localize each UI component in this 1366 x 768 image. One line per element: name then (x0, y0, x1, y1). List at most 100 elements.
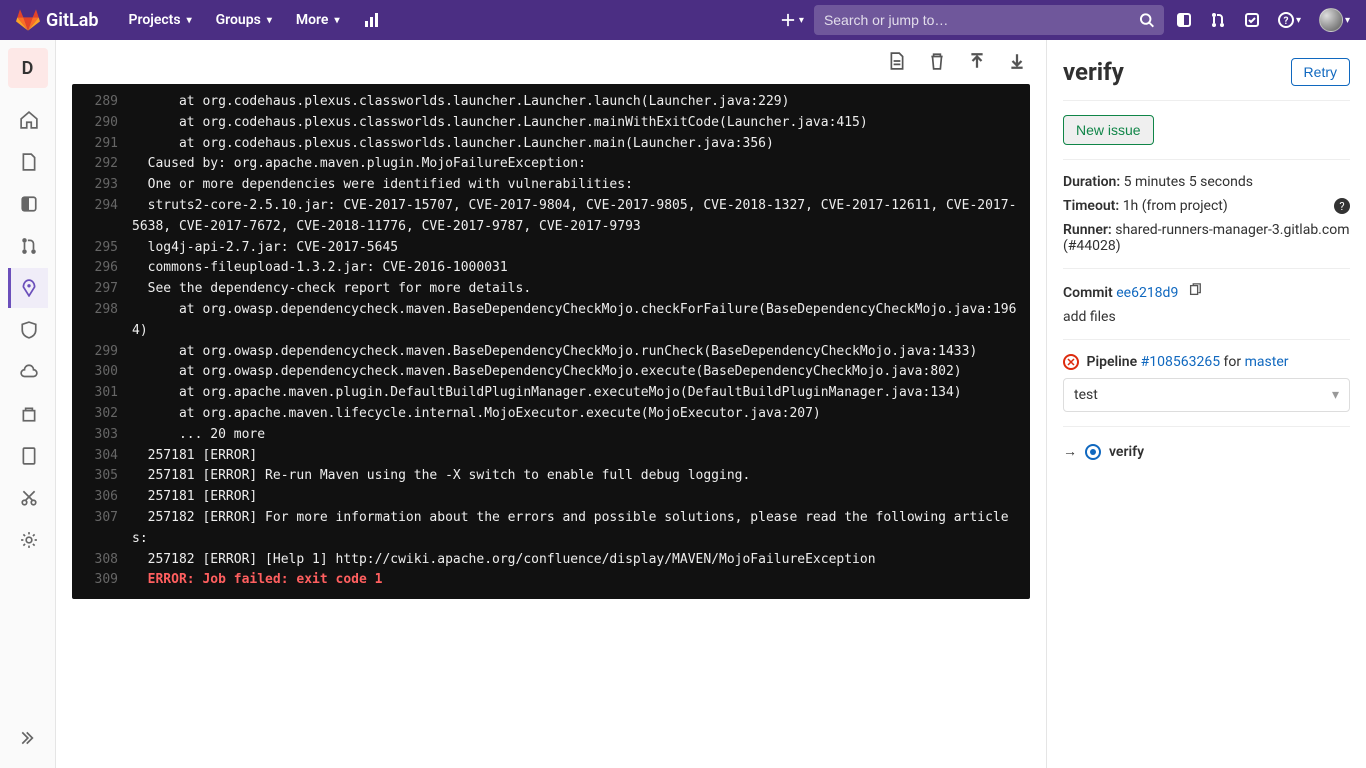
doc-icon (20, 153, 38, 171)
log-toolbar (72, 40, 1030, 84)
sidebar-snippets[interactable] (8, 478, 48, 518)
pipeline-ref-link[interactable]: master (1245, 354, 1289, 370)
line-number[interactable]: 301 (72, 383, 132, 404)
new-menu[interactable]: ▾ (781, 13, 804, 27)
sidebar-issues[interactable] (8, 184, 48, 224)
sidebar-project-home[interactable] (8, 100, 48, 140)
line-text: 257181 [ERROR] (132, 446, 1030, 467)
stage-value: test (1074, 387, 1098, 403)
log-line: 290 at org.codehaus.plexus.classworlds.l… (72, 113, 1030, 134)
line-text: commons-fileupload-1.3.2.jar: CVE-2016-1… (132, 258, 1030, 279)
commit-message: add files (1063, 309, 1350, 325)
search-icon (1139, 12, 1154, 28)
line-text: Caused by: org.apache.maven.plugin.MojoF… (132, 154, 1030, 175)
line-number[interactable]: 292 (72, 154, 132, 175)
sidebar-ci-cd[interactable] (8, 268, 48, 308)
log-line: 307 257182 [ERROR] For more information … (72, 508, 1030, 550)
line-text: 257182 [ERROR] For more information abou… (132, 508, 1030, 550)
pipeline-link[interactable]: #108563265 (1141, 354, 1220, 370)
log-line: 309 ERROR: Job failed: exit code 1 (72, 570, 1030, 591)
new-issue-button[interactable]: New issue (1063, 115, 1154, 145)
log-line: 302 at org.apache.maven.lifecycle.intern… (72, 404, 1030, 425)
chevron-down-icon: ▾ (334, 15, 339, 26)
sidebar-packages[interactable] (8, 394, 48, 434)
scroll-bottom-button[interactable] (1008, 52, 1026, 74)
sidebar-settings[interactable] (8, 520, 48, 560)
search-input[interactable] (824, 12, 1139, 28)
build-log[interactable]: 289 at org.codehaus.plexus.classworlds.l… (72, 84, 1030, 599)
line-number[interactable]: 297 (72, 279, 132, 300)
copy-sha-button[interactable] (1188, 285, 1202, 301)
nav-more-label: More (296, 12, 329, 28)
issues-icon (20, 195, 38, 213)
line-text: See the dependency-check report for more… (132, 279, 1030, 300)
log-line: 291 at org.codehaus.plexus.classworlds.l… (72, 134, 1030, 155)
line-number[interactable]: 293 (72, 175, 132, 196)
line-number[interactable]: 304 (72, 446, 132, 467)
top-nav: GitLab Projects▾ Groups▾ More ▾ ▾ ?▾ ▾ (0, 0, 1366, 40)
line-number[interactable]: 294 (72, 196, 132, 238)
help-menu[interactable]: ?▾ (1278, 12, 1301, 28)
global-search[interactable] (814, 5, 1164, 35)
line-number[interactable]: 289 (72, 92, 132, 113)
plus-icon (781, 13, 795, 27)
chevron-down-icon: ▾ (187, 15, 192, 26)
stage-dropdown[interactable]: test ▾ (1063, 378, 1350, 412)
todos-shortcut[interactable] (1244, 12, 1260, 28)
line-text: at org.codehaus.plexus.classworlds.launc… (132, 134, 1030, 155)
log-line: 297 See the dependency-check report for … (72, 279, 1030, 300)
line-text: ... 20 more (132, 425, 1030, 446)
todo-icon (1244, 12, 1260, 28)
gitlab-logo[interactable]: GitLab (16, 8, 99, 32)
line-number[interactable]: 291 (72, 134, 132, 155)
sidebar-merge-requests[interactable] (8, 226, 48, 266)
line-text: at org.apache.maven.lifecycle.internal.M… (132, 404, 1030, 425)
line-number[interactable]: 306 (72, 487, 132, 508)
line-number[interactable]: 295 (72, 238, 132, 259)
nav-activity[interactable] (354, 6, 390, 34)
line-number[interactable]: 290 (72, 113, 132, 134)
line-text: ERROR: Job failed: exit code 1 (132, 570, 1030, 591)
commit-sha-link[interactable]: ee6218d9 (1116, 285, 1178, 301)
job-list-item[interactable]: → verify (1063, 443, 1350, 460)
book-icon (20, 447, 38, 465)
erase-log-button[interactable] (928, 52, 946, 74)
scroll-top-button[interactable] (968, 52, 986, 74)
sidebar-security[interactable] (8, 310, 48, 350)
nav-groups[interactable]: Groups▾ (206, 6, 282, 34)
line-number[interactable]: 303 (72, 425, 132, 446)
mr-shortcut[interactable] (1210, 12, 1226, 28)
line-number[interactable]: 296 (72, 258, 132, 279)
line-number[interactable]: 305 (72, 466, 132, 487)
retry-button[interactable]: Retry (1291, 58, 1350, 86)
chevron-down-icon: ▾ (799, 15, 804, 26)
log-line: 293 One or more dependencies were identi… (72, 175, 1030, 196)
issues-shortcut[interactable] (1176, 12, 1192, 28)
line-text: 257182 [ERROR] [Help 1] http://cwiki.apa… (132, 550, 1030, 571)
project-avatar[interactable]: D (8, 48, 48, 88)
line-number[interactable]: 299 (72, 342, 132, 363)
sidebar-collapse[interactable] (8, 718, 48, 758)
nav-more[interactable]: More ▾ (286, 6, 350, 34)
line-text: struts2-core-2.5.10.jar: CVE-2017-15707,… (132, 196, 1030, 238)
timeout-help-icon[interactable]: ? (1334, 198, 1350, 214)
log-line: 296 commons-fileupload-1.3.2.jar: CVE-20… (72, 258, 1030, 279)
line-number[interactable]: 307 (72, 508, 132, 550)
sidebar-wiki[interactable] (8, 436, 48, 476)
timeout-label: Timeout: (1063, 198, 1119, 214)
pipeline-failed-icon: ✕ (1063, 354, 1079, 370)
line-number[interactable]: 300 (72, 362, 132, 383)
gear-icon (20, 531, 38, 549)
user-menu[interactable]: ▾ (1319, 8, 1350, 32)
show-raw-button[interactable] (888, 52, 906, 74)
sidebar-repository[interactable] (8, 142, 48, 182)
line-number[interactable]: 308 (72, 550, 132, 571)
arrow-down-icon (1008, 52, 1026, 70)
nav-projects[interactable]: Projects▾ (119, 6, 202, 34)
merge-request-icon (20, 237, 38, 255)
issues-icon (1176, 12, 1192, 28)
line-number[interactable]: 302 (72, 404, 132, 425)
sidebar-operations[interactable] (8, 352, 48, 392)
line-number[interactable]: 298 (72, 300, 132, 342)
line-number[interactable]: 309 (72, 570, 132, 591)
